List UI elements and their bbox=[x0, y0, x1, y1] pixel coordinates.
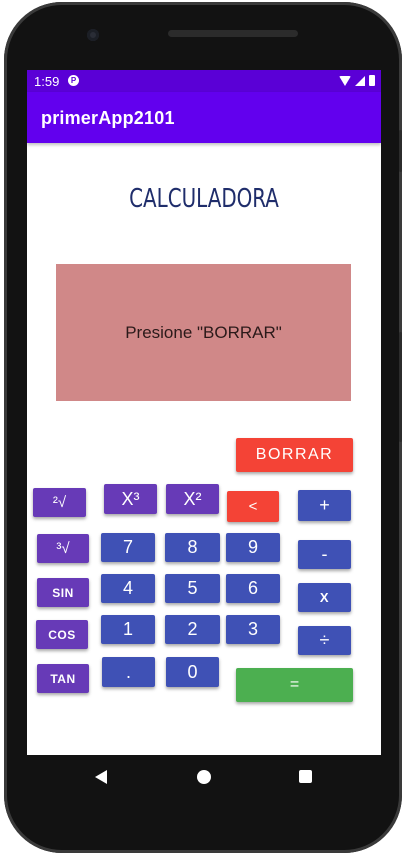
calculator-heading: CALCULADORA bbox=[129, 184, 279, 214]
earpiece-speaker bbox=[168, 30, 298, 37]
plus-button[interactable]: + bbox=[298, 490, 351, 521]
status-bar: 1:59 P bbox=[27, 70, 381, 92]
digit-8-button[interactable]: 8 bbox=[165, 533, 220, 562]
digit-6-button[interactable]: 6 bbox=[226, 574, 280, 603]
app-bar: primerApp2101 bbox=[27, 92, 381, 143]
battery-icon bbox=[369, 75, 375, 86]
volume-button bbox=[399, 332, 402, 442]
digit-7-button[interactable]: 7 bbox=[101, 533, 155, 562]
digit-1-button[interactable]: 1 bbox=[101, 615, 155, 644]
wifi-icon bbox=[339, 75, 351, 86]
display-text: Presione "BORRAR" bbox=[125, 322, 282, 342]
decimal-point-button[interactable]: . bbox=[102, 657, 155, 687]
tan-button[interactable]: TAN bbox=[37, 664, 89, 693]
square-root-button[interactable]: ²√ bbox=[33, 488, 86, 517]
minus-button[interactable]: - bbox=[298, 540, 351, 569]
power-button bbox=[399, 130, 402, 172]
status-time: 1:59 bbox=[34, 74, 60, 89]
digit-9-button[interactable]: 9 bbox=[226, 533, 280, 562]
digit-4-button[interactable]: 4 bbox=[101, 574, 155, 603]
clear-button[interactable]: BORRAR bbox=[236, 438, 353, 472]
recents-icon[interactable] bbox=[299, 770, 312, 783]
p-icon: P bbox=[68, 75, 79, 86]
multiply-button[interactable]: X bbox=[298, 583, 351, 612]
app-title: primerApp2101 bbox=[41, 108, 175, 128]
system-icons bbox=[339, 75, 375, 86]
digit-5-button[interactable]: 5 bbox=[165, 574, 220, 603]
result-display: Presione "BORRAR" bbox=[56, 264, 351, 401]
cube-button[interactable]: X³ bbox=[104, 484, 157, 514]
home-icon[interactable] bbox=[197, 770, 211, 784]
back-icon[interactable] bbox=[95, 770, 107, 784]
signal-icon bbox=[355, 75, 365, 86]
front-camera bbox=[87, 29, 99, 41]
digit-3-button[interactable]: 3 bbox=[226, 615, 280, 644]
backspace-button[interactable]: < bbox=[227, 491, 279, 522]
cube-root-button[interactable]: ³√ bbox=[37, 534, 89, 563]
square-button[interactable]: X² bbox=[166, 484, 219, 514]
screen: 1:59 P primerApp2101 CALCULADORA Presion… bbox=[27, 70, 381, 755]
digit-0-button[interactable]: 0 bbox=[166, 657, 219, 687]
divide-button[interactable]: ÷ bbox=[298, 626, 351, 655]
cos-button[interactable]: COS bbox=[36, 620, 88, 649]
sin-button[interactable]: SIN bbox=[37, 578, 89, 607]
navigation-bar bbox=[27, 755, 381, 799]
equals-button[interactable]: = bbox=[236, 668, 353, 702]
digit-2-button[interactable]: 2 bbox=[165, 615, 220, 644]
